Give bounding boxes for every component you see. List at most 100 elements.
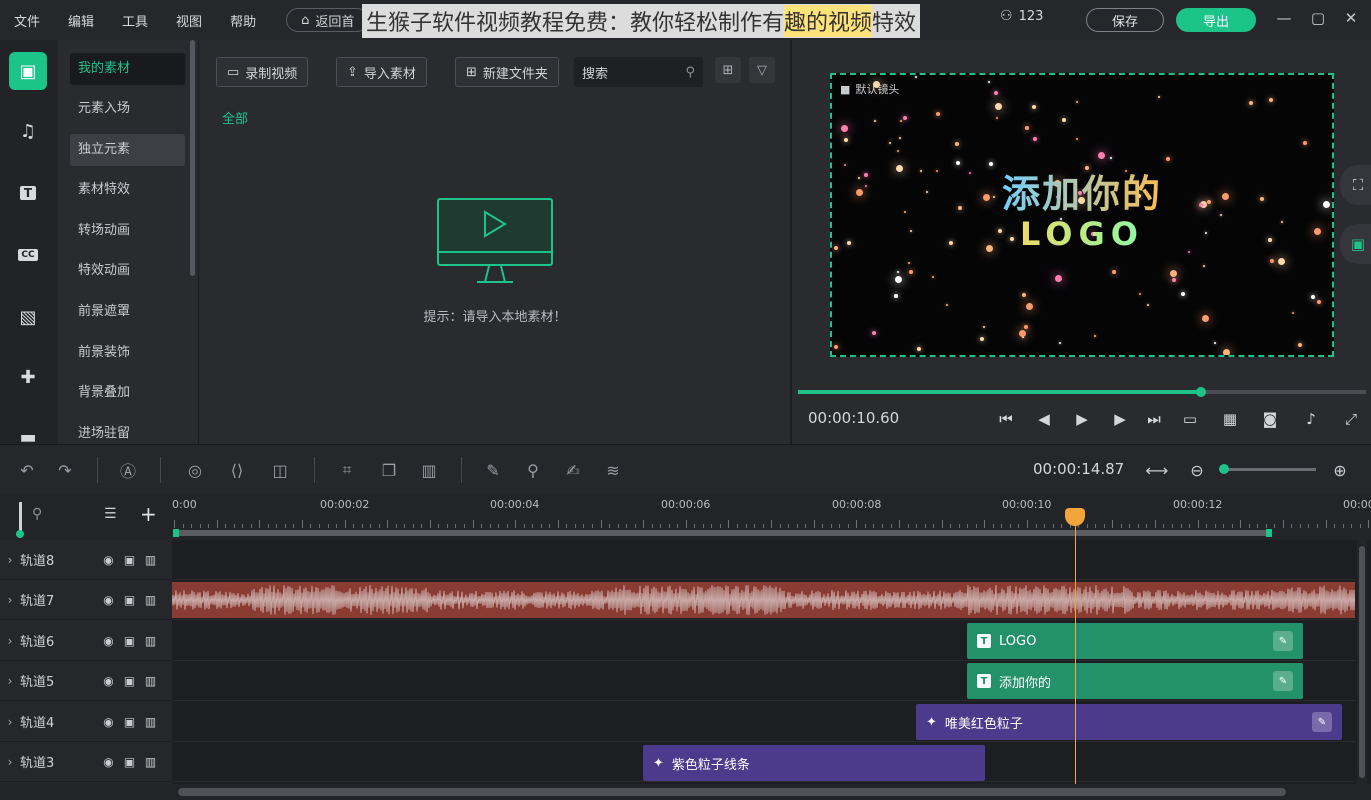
lock-icon[interactable]: ▣ bbox=[119, 674, 140, 688]
menu-edit[interactable]: 编辑 bbox=[54, 11, 108, 30]
category-foreground-mask[interactable]: 前景遮罩 bbox=[70, 296, 185, 328]
horizontal-scroll-thumb[interactable] bbox=[178, 788, 1286, 796]
trash-icon[interactable]: ▥ bbox=[140, 755, 161, 769]
record-video-button[interactable]: ▭ 录制视频 bbox=[216, 57, 309, 87]
category-my-media[interactable]: 我的素材 bbox=[70, 53, 185, 85]
work-area-start[interactable] bbox=[173, 529, 179, 537]
layers-icon[interactable]: ≋ bbox=[602, 459, 624, 481]
close-icon[interactable]: ✕ bbox=[1341, 8, 1361, 28]
trash-icon[interactable]: ▥ bbox=[140, 674, 161, 688]
timeline-ruler[interactable]: 0:00 00:00:02 00:00:04 00:00:06 00:00:08 00:0… bbox=[172, 494, 1371, 540]
skip-end-icon[interactable]: ⏭ bbox=[1143, 408, 1165, 430]
edit-media-icon[interactable]: ✎ bbox=[482, 459, 504, 481]
music-icon[interactable]: ♫ bbox=[9, 112, 47, 150]
work-area-bar[interactable] bbox=[174, 530, 1270, 536]
snapshot-icon[interactable]: ◙ bbox=[1259, 408, 1281, 430]
lock-icon[interactable]: ▣ bbox=[119, 715, 140, 729]
category-scrollbar[interactable] bbox=[190, 40, 195, 276]
add-track-icon[interactable]: + bbox=[140, 502, 157, 526]
prev-frame-icon[interactable]: ◀ bbox=[1033, 408, 1055, 430]
progress-knob[interactable] bbox=[1196, 387, 1207, 397]
track-label-row[interactable]: › 轨道4 ◉ ▣ ▥ bbox=[0, 702, 172, 742]
save-button[interactable]: 保存 bbox=[1086, 8, 1164, 32]
auto-icon[interactable]: Ⓐ bbox=[117, 459, 139, 481]
eye-icon[interactable]: ◉ bbox=[98, 593, 119, 607]
lock-icon[interactable]: ▣ bbox=[119, 553, 140, 567]
track-label-row[interactable]: › 轨道8 ◉ ▣ ▥ bbox=[0, 540, 172, 580]
media-icon[interactable]: ▣ bbox=[9, 52, 47, 90]
new-folder-button[interactable]: ⊞ 新建文件夹 bbox=[455, 57, 559, 87]
clip-edit-icon[interactable]: ✎ bbox=[1312, 712, 1332, 732]
zoom-slider[interactable] bbox=[1222, 468, 1316, 471]
category-background-overlay[interactable]: 背景叠加 bbox=[70, 377, 185, 409]
menu-view[interactable]: 视图 bbox=[162, 11, 216, 30]
target-icon[interactable]: ◎ bbox=[184, 459, 206, 481]
audio-clip[interactable] bbox=[172, 582, 1355, 618]
track-label-row[interactable]: › 轨道3 ◉ ▣ ▥ bbox=[0, 742, 172, 782]
menu-help[interactable]: 帮助 bbox=[216, 11, 270, 30]
track-label-row[interactable]: › 轨道5 ◉ ▣ ▥ bbox=[0, 661, 172, 701]
text-icon[interactable]: T bbox=[9, 174, 47, 212]
skip-start-icon[interactable]: ⏮ bbox=[995, 408, 1017, 430]
track-label-row[interactable]: › 轨道7 ◉ ▣ ▥ bbox=[0, 580, 172, 620]
zoom-out-icon[interactable]: ⊖ bbox=[1186, 459, 1208, 481]
pen-edit-icon[interactable]: ✍ bbox=[562, 459, 584, 481]
vertical-scroll-thumb[interactable] bbox=[1359, 546, 1365, 778]
next-frame-icon[interactable]: ▶ bbox=[1109, 408, 1131, 430]
lock-icon[interactable]: ▣ bbox=[119, 634, 140, 648]
track-label-row[interactable]: › 轨道6 ◉ ▣ ▥ bbox=[0, 621, 172, 661]
screen-preview-icon[interactable]: ▭ bbox=[1179, 408, 1201, 430]
eye-icon[interactable]: ◉ bbox=[98, 553, 119, 567]
menu-tools[interactable]: 工具 bbox=[108, 11, 162, 30]
user-area[interactable]: ⚇ 123 bbox=[1000, 8, 1043, 24]
lock-icon[interactable]: ▣ bbox=[119, 593, 140, 607]
zoom-search-icon[interactable]: ⚲ bbox=[32, 506, 42, 522]
expand-chevron-icon[interactable]: › bbox=[0, 593, 20, 607]
text-clip-logo[interactable]: T LOGO ✎ bbox=[967, 623, 1303, 659]
filter-funnel-icon[interactable]: ▽ bbox=[749, 57, 775, 83]
zoom-in-icon[interactable]: ⊕ bbox=[1329, 459, 1351, 481]
expand-chevron-icon[interactable]: › bbox=[0, 634, 20, 648]
play-icon[interactable]: ▶ bbox=[1071, 408, 1093, 430]
back-home-button[interactable]: ⌂ 返回首 bbox=[286, 8, 370, 32]
import-media-button[interactable]: ⇪ 导入素材 bbox=[336, 57, 427, 87]
menu-file[interactable]: 文件 bbox=[0, 11, 54, 30]
delete-icon[interactable]: ▥ bbox=[418, 459, 440, 481]
category-enter-stay[interactable]: 进场驻留 bbox=[70, 418, 185, 444]
horizontal-scrollbar[interactable] bbox=[0, 784, 1371, 800]
eye-icon[interactable]: ◉ bbox=[98, 715, 119, 729]
category-element-enter[interactable]: 元素入场 bbox=[70, 93, 185, 125]
zoom-knob[interactable] bbox=[1219, 464, 1229, 474]
track-settings-icon[interactable]: ☰ bbox=[104, 506, 117, 522]
minimize-icon[interactable]: — bbox=[1274, 8, 1294, 28]
split-code-icon[interactable]: ⟨⟩ bbox=[226, 459, 248, 481]
playback-progress[interactable] bbox=[798, 387, 1366, 397]
lock-icon[interactable]: ▣ bbox=[119, 755, 140, 769]
trash-icon[interactable]: ▥ bbox=[140, 553, 161, 567]
search-input[interactable]: 搜索 ⚲ bbox=[574, 57, 703, 87]
category-media-effect[interactable]: 素材特效 bbox=[70, 174, 185, 206]
category-transition[interactable]: 转场动画 bbox=[70, 215, 185, 247]
eye-icon[interactable]: ◉ bbox=[98, 674, 119, 688]
fullscreen-crop-icon[interactable]: ⛶ bbox=[1340, 165, 1371, 205]
grid-view-icon[interactable]: ⊞ bbox=[715, 57, 741, 83]
eye-icon[interactable]: ◉ bbox=[98, 755, 119, 769]
crop-icon[interactable]: ⌗ bbox=[336, 459, 358, 481]
expand-chevron-icon[interactable]: › bbox=[0, 755, 20, 769]
trash-icon[interactable]: ▥ bbox=[140, 634, 161, 648]
expand-chevron-icon[interactable]: › bbox=[0, 715, 20, 729]
expand-chevron-icon[interactable]: › bbox=[0, 674, 20, 688]
redo-icon[interactable]: ↷ bbox=[54, 459, 76, 481]
work-area-end[interactable] bbox=[1266, 529, 1272, 537]
tracks-area[interactable]: T LOGO ✎ T 添加你的 ✎ ✦ 唯美红色粒子 ✎ ✦ 紫色粒子线条 bbox=[172, 540, 1355, 784]
export-button[interactable]: 导出 bbox=[1176, 8, 1256, 32]
fit-width-icon[interactable]: ⟷ bbox=[1146, 459, 1169, 481]
eye-icon[interactable]: ◉ bbox=[98, 634, 119, 648]
category-standalone-element[interactable]: 独立元素 bbox=[70, 134, 185, 166]
clip-edit-icon[interactable]: ✎ bbox=[1273, 631, 1293, 651]
category-foreground-decor[interactable]: 前景装饰 bbox=[70, 337, 185, 369]
grid-icon[interactable]: ▦ bbox=[1219, 408, 1241, 430]
clip-edit-icon[interactable]: ✎ bbox=[1273, 671, 1293, 691]
maximize-icon[interactable]: ▢ bbox=[1308, 8, 1328, 28]
volume-icon[interactable]: ♪ bbox=[1300, 408, 1322, 430]
